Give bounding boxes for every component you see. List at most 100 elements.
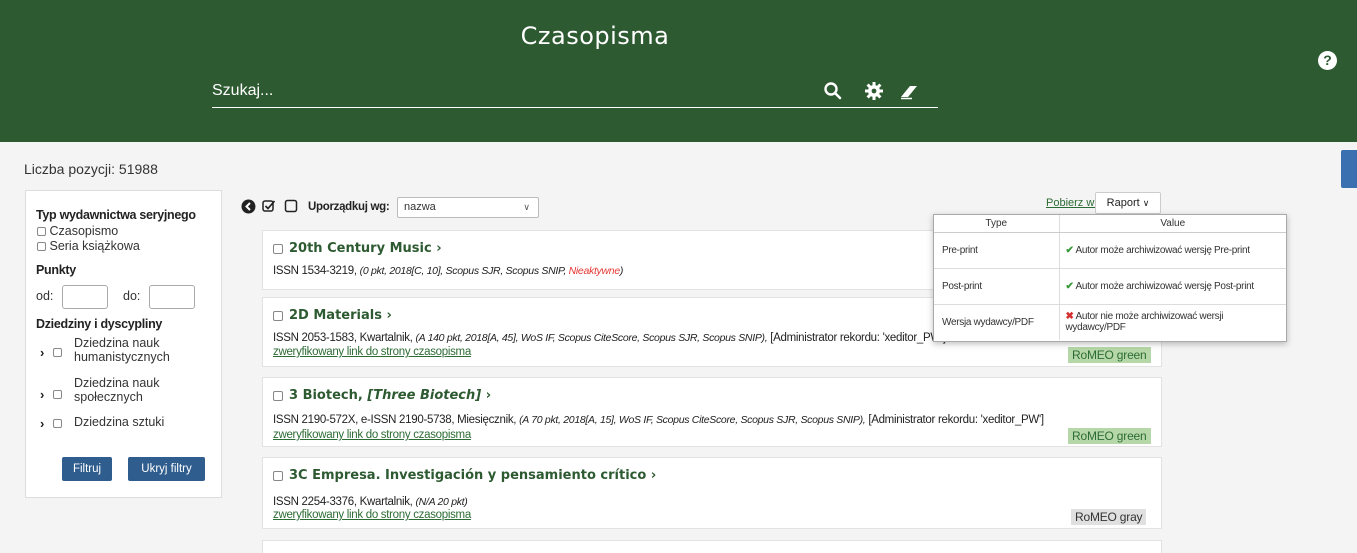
row-type: Wersja wydawcy/PDF xyxy=(934,303,1060,340)
points-to-input[interactable] xyxy=(149,285,195,309)
list-item: 3 Biotech, [Three Biotech] › ISSN 2190-5… xyxy=(262,377,1162,447)
back-icon[interactable] xyxy=(241,199,256,214)
field-humanities[interactable]: › xyxy=(40,344,62,362)
field-arts[interactable]: › xyxy=(40,415,62,433)
row-value: ✔ Autor może archiwizować wersję Pre-pri… xyxy=(1059,231,1286,268)
row-value: ✖ Autor nie może archiwizować wersji wyd… xyxy=(1059,303,1286,340)
verified-link[interactable]: zweryfikowany link do strony czasopisma xyxy=(273,346,471,358)
filter-button[interactable]: Filtruj xyxy=(62,457,112,481)
check-all-icon[interactable] xyxy=(262,199,276,213)
chevron-down-icon: ∨ xyxy=(523,202,530,212)
admin-text: [Administrator rekordu: 'xeditor_PW'] xyxy=(865,414,1044,426)
details-text: (A 70 pkt, 2018[A, 15], WoS IF, Scopus C… xyxy=(519,414,866,426)
fields-heading: Dziedziny i dyscypliny xyxy=(36,317,163,331)
field-label-line: społecznych xyxy=(74,390,143,404)
journal-title[interactable]: 2D Materials › xyxy=(273,308,392,323)
romeo-details-popup: Type Value Pre-print ✔ Autor może archiw… xyxy=(933,214,1287,342)
admin-text: [Administrator rekordu: 'xeditor_PW'] xyxy=(767,332,946,344)
checkmark-icon: ✔ xyxy=(1065,280,1074,292)
side-panel-tab[interactable] xyxy=(1341,150,1357,188)
chevron-right-icon[interactable]: › xyxy=(40,387,44,402)
type-option-journal[interactable]: Czasopismo xyxy=(37,224,118,238)
journal-title[interactable]: 3C Empresa. Investigación y pensamiento … xyxy=(273,468,656,483)
inactive-label: Nieaktywne xyxy=(568,265,621,277)
checkmark-icon: ✔ xyxy=(1065,244,1074,256)
sort-select[interactable]: nazwa ∨ xyxy=(397,197,539,218)
checkbox[interactable] xyxy=(273,390,283,401)
field-label-line: Dziedzina nauk xyxy=(74,376,160,390)
checkbox[interactable] xyxy=(52,390,62,400)
checkbox[interactable] xyxy=(37,242,46,252)
row-value-text: Autor może archiwizować wersję Pre-print xyxy=(1075,244,1250,256)
checkbox[interactable] xyxy=(52,348,62,358)
type-option-book-series[interactable]: Seria książkowa xyxy=(37,239,140,253)
cross-icon: ✖ xyxy=(1065,311,1074,323)
sort-label: Uporządkuj wg: xyxy=(308,201,390,213)
journal-alt-title: [Three Biotech] xyxy=(367,388,482,403)
search-input[interactable] xyxy=(212,78,812,104)
field-social-label: Dziedzina nauk społecznych xyxy=(74,376,159,404)
details-text: (A 140 pkt, 2018[A, 45], WoS IF, Scopus … xyxy=(415,332,768,344)
journal-title-text: 2D Materials xyxy=(289,308,382,323)
journal-meta: ISSN 2190-572X, e-ISSN 2190-5738, Miesię… xyxy=(273,414,1044,426)
chevron-right-icon[interactable]: › xyxy=(40,345,44,360)
chevron-right-icon: › xyxy=(436,241,442,256)
issn-text: ISSN 2053-1583, Kwartalnik, xyxy=(273,332,416,344)
checkbox[interactable] xyxy=(273,310,283,321)
table-row: Wersja wydawcy/PDF ✖ Autor nie może arch… xyxy=(934,303,1286,340)
issn-text: ISSN 2190-572X, e-ISSN 2190-5738, Miesię… xyxy=(273,414,520,426)
chevron-right-icon: › xyxy=(386,308,392,323)
uncheck-all-icon[interactable] xyxy=(284,199,298,213)
journal-title-text: 20th Century Music xyxy=(289,241,432,256)
journal-meta: ISSN 2254-3376, Kwartalnik, (N/A 20 pkt) xyxy=(273,496,468,508)
hide-filters-button[interactable]: Ukryj filtry xyxy=(128,457,205,481)
chevron-down-icon: ∨ xyxy=(1142,198,1150,208)
table-row: Post-print ✔ Autor może archiwizować wer… xyxy=(934,267,1286,304)
type-option-label: Czasopismo xyxy=(49,224,119,238)
journal-meta: ISSN 1534-3219, (0 pkt, 2018[C, 10], Sco… xyxy=(273,265,623,277)
row-type: Post-print xyxy=(934,267,1060,304)
points-heading: Punkty xyxy=(36,263,76,277)
row-value-text: Autor nie może archiwizować wersji wydaw… xyxy=(1065,311,1224,334)
checkbox[interactable] xyxy=(273,243,283,254)
type-heading: Typ wydawnictwa seryjnego xyxy=(36,208,196,222)
details-text: (N/A 20 pkt) xyxy=(415,496,468,508)
report-label: Raport xyxy=(1106,197,1140,209)
chevron-right-icon: › xyxy=(650,468,657,483)
details-end: ) xyxy=(619,265,624,277)
field-label-line: Dziedzina nauk xyxy=(74,336,160,350)
checkbox[interactable] xyxy=(37,227,46,237)
to-label: do: xyxy=(123,289,141,303)
search-icon[interactable] xyxy=(822,80,844,102)
chevron-right-icon[interactable]: › xyxy=(40,416,44,431)
eraser-icon[interactable] xyxy=(898,80,920,102)
filter-panel: Typ wydawnictwa seryjnego Czasopismo Ser… xyxy=(25,190,222,498)
gear-icon[interactable] xyxy=(863,80,885,102)
column-header-type: Type xyxy=(934,215,1060,233)
search-bar xyxy=(212,76,938,108)
journal-title-text: 3C Empresa. Investigación y pensamiento … xyxy=(289,468,647,483)
issn-text: ISSN 1534-3219, xyxy=(273,265,360,277)
report-dropdown-button[interactable]: Raport ∨ xyxy=(1095,192,1161,214)
field-label-line: humanistycznych xyxy=(74,350,170,364)
table-row: Pre-print ✔ Autor może archiwizować wers… xyxy=(934,231,1286,268)
romeo-badge: RoMEO green xyxy=(1068,428,1151,444)
result-count: Liczba pozycji: 51988 xyxy=(24,161,158,177)
points-from-input[interactable] xyxy=(62,285,108,309)
verified-link[interactable]: zweryfikowany link do strony czasopisma xyxy=(273,509,471,521)
details-text: (0 pkt, 2018[C, 10], Scopus SJR, Scopus … xyxy=(359,265,569,277)
checkbox[interactable] xyxy=(52,419,62,429)
checkbox[interactable] xyxy=(273,470,283,481)
column-header-value: Value xyxy=(1059,215,1286,233)
from-label: od: xyxy=(36,289,54,303)
journal-title[interactable]: 20th Century Music › xyxy=(273,241,442,256)
help-icon[interactable]: ? xyxy=(1318,51,1337,70)
field-social[interactable]: › xyxy=(40,386,62,404)
row-value-text: Autor może archiwizować wersję Post-prin… xyxy=(1075,280,1255,292)
list-item xyxy=(262,540,1162,553)
issn-text: ISSN 2254-3376, Kwartalnik, xyxy=(273,496,416,508)
romeo-table: Type Value Pre-print ✔ Autor może archiw… xyxy=(934,215,1286,340)
verified-link[interactable]: zweryfikowany link do strony czasopisma xyxy=(273,429,471,441)
field-arts-label: Dziedzina sztuki xyxy=(74,415,165,429)
journal-title[interactable]: 3 Biotech, [Three Biotech] › xyxy=(273,388,491,403)
